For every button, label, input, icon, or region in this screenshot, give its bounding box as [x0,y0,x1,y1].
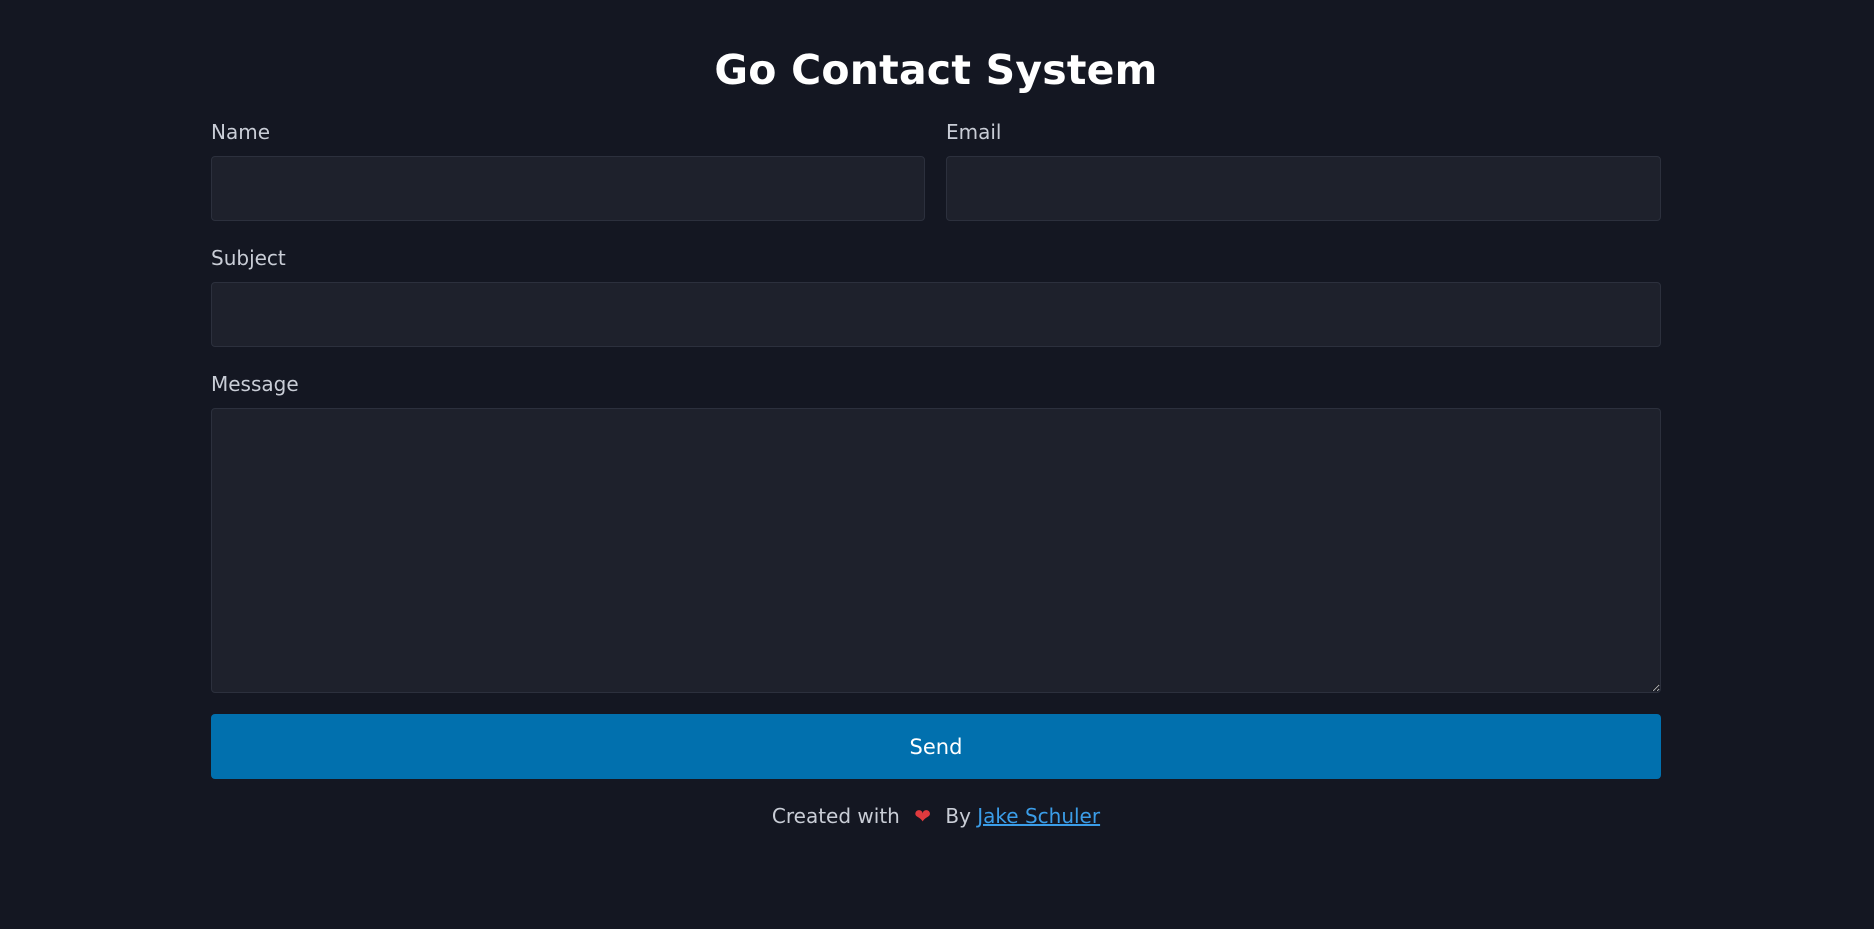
footer-by-text: By [945,804,971,828]
footer-created-text: Created with [771,804,900,828]
send-button[interactable]: Send [211,714,1661,779]
name-label: Name [211,120,271,144]
heart-icon: ❤ [914,804,931,828]
message-label: Message [211,372,299,396]
email-input[interactable] [946,156,1661,221]
subject-input[interactable] [211,282,1661,347]
author-link[interactable]: Jake Schuler [977,804,1100,828]
subject-label: Subject [211,246,286,270]
footer: Created with ❤ By Jake Schuler [211,803,1661,829]
email-label: Email [946,120,1002,144]
name-input[interactable] [211,156,925,221]
message-textarea[interactable] [211,408,1661,693]
page-title: Go Contact System [714,46,1158,94]
